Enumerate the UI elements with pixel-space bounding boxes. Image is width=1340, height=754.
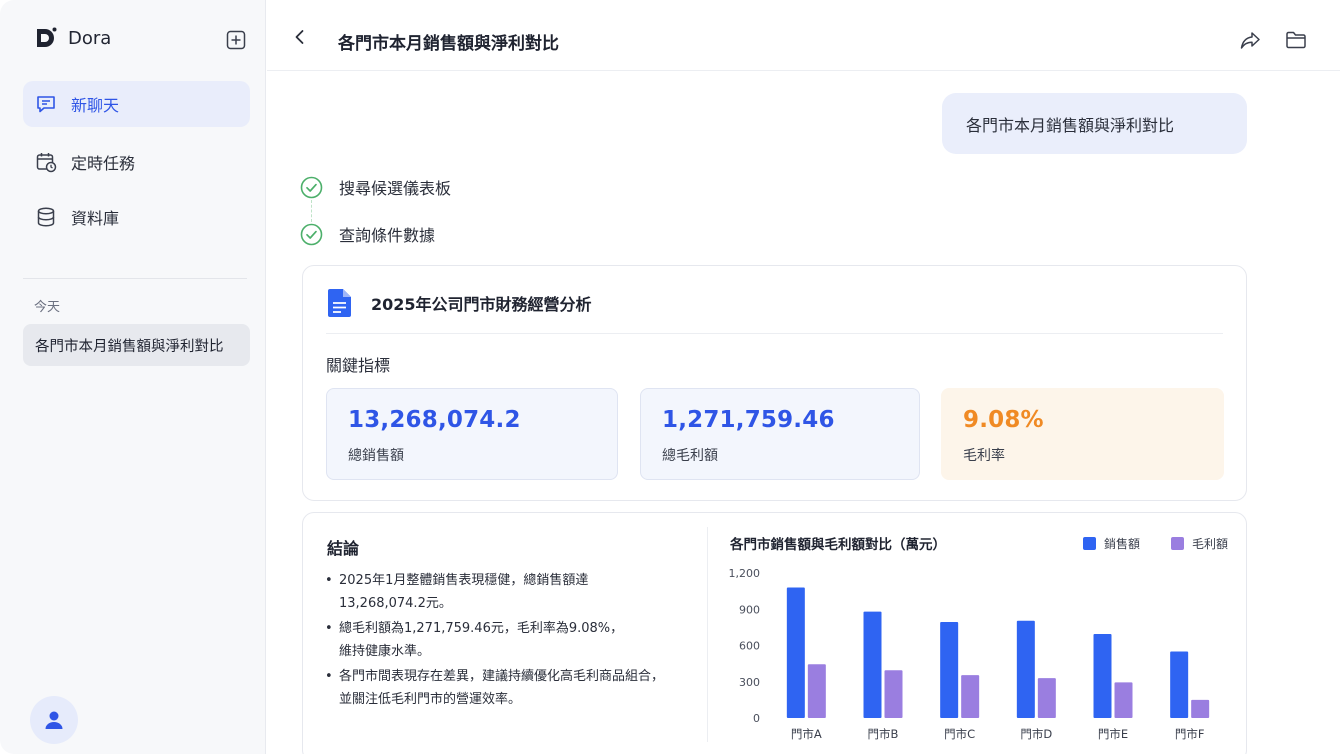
topbar: 各門市本月銷售額與淨利對比 — [267, 0, 1340, 71]
kpi-total-gross-profit: 1,271,759.46 總毛利額 — [640, 388, 920, 480]
vertical-divider — [707, 527, 708, 742]
kpi-heading: 關鍵指標 — [326, 356, 391, 375]
sidebar-item-label: 定時任務 — [71, 154, 136, 173]
check-circle-icon — [300, 223, 323, 245]
y-tick-label: 1,200 — [729, 567, 761, 580]
conclusion-item: 各門市間表現存在差異，建議持續優化高毛利商品組合， 並關注低毛利門市的營運效率。 — [325, 665, 705, 711]
conclusion-line: 各門市間表現存在差異，建議持續優化高毛利商品組合， — [339, 669, 665, 684]
kpi-label: 總銷售額 — [348, 448, 404, 464]
calendar-clock-icon — [36, 153, 57, 173]
document-icon — [328, 289, 351, 317]
legend-swatch — [1083, 537, 1096, 550]
y-tick-label: 300 — [739, 676, 760, 689]
sidebar-divider — [23, 278, 247, 279]
x-tick-label: 門市F — [1175, 727, 1205, 741]
report-kpi-card: 2025年公司門市財務經營分析 關鍵指標 13,268,074.2 總銷售額 1… — [302, 265, 1247, 501]
sidebar-item-scheduled-tasks[interactable]: 定時任務 — [23, 139, 250, 185]
kpi-value: 13,268,074.2 — [348, 407, 521, 433]
conclusion-chart-card: 結論 2025年1月整體銷售表現穩健，總銷售額達 13,268,074.2元。 … — [302, 512, 1247, 754]
conclusion-line: 13,268,074.2元。 — [339, 596, 452, 611]
database-icon — [37, 207, 55, 227]
chart-title: 各門市銷售額與毛利額對比（萬元） — [730, 537, 946, 553]
x-tick-label: 門市A — [791, 727, 822, 741]
kpi-gross-margin: 9.08% 毛利率 — [941, 388, 1224, 480]
step-connector — [311, 200, 312, 222]
kpi-label: 毛利率 — [963, 448, 1005, 464]
share-icon[interactable] — [1239, 29, 1261, 51]
sidebar: Dora 新聊天 定時任務 資料庫 今天 各門市本月銷售額與淨利對比 — [0, 0, 266, 754]
user-avatar[interactable] — [30, 696, 78, 744]
conclusion-line: 並關注低毛利門市的營運效率。 — [339, 692, 522, 707]
bar-gross-profit[interactable] — [807, 664, 826, 718]
user-message-bubble: 各門市本月銷售額與淨利對比 — [942, 93, 1247, 154]
history-section-label: 今天 — [34, 300, 61, 315]
y-tick-label: 900 — [739, 603, 760, 616]
bar-chart: 0 300 600 900 1,200 門市A 門市B 門市C 門市D 門市E 門市F — [729, 567, 1210, 741]
step-label: 搜尋候選儀表板 — [339, 179, 452, 198]
legend-label: 銷售額 — [1104, 537, 1141, 551]
legend-swatch — [1171, 537, 1184, 550]
card-divider — [326, 333, 1223, 334]
sidebar-item-database[interactable]: 資料庫 — [23, 194, 250, 240]
kpi-total-sales: 13,268,074.2 總銷售額 — [326, 388, 618, 480]
bar-sales[interactable] — [1093, 634, 1112, 718]
conclusion-item: 2025年1月整體銷售表現穩健，總銷售額達 13,268,074.2元。 — [325, 569, 705, 615]
report-title: 2025年公司門市財務經營分析 — [371, 295, 592, 314]
brand-name: Dora — [68, 27, 112, 49]
kpi-value: 9.08% — [963, 407, 1044, 433]
app-window: Dora 新聊天 定時任務 資料庫 今天 各門市本月銷售額與淨利對比 各門市本月… — [0, 0, 1340, 754]
legend-item-gross-profit[interactable]: 毛利額 — [1171, 535, 1228, 552]
x-tick-label: 門市C — [944, 727, 975, 741]
conclusion-item: 總毛利額為1,271,759.46元，毛利率為9.08%， 維持健康水準。 — [325, 617, 705, 663]
brand[interactable]: Dora — [34, 26, 111, 50]
folder-icon[interactable] — [1285, 29, 1307, 51]
conclusion-line: 2025年1月整體銷售表現穩健，總銷售額達 — [339, 573, 589, 588]
bar-sales[interactable] — [1170, 651, 1189, 718]
bar-sales[interactable] — [1016, 620, 1035, 718]
page-title: 各門市本月銷售額與淨利對比 — [338, 34, 559, 54]
report-header[interactable]: 2025年公司門市財務經營分析 — [327, 288, 592, 318]
kpi-value: 1,271,759.46 — [662, 407, 835, 433]
step-label: 查詢條件數據 — [339, 226, 436, 245]
conclusion-line: 總毛利額為1,271,759.46元，毛利率為9.08%， — [339, 621, 624, 636]
bar-sales[interactable] — [940, 621, 959, 718]
kpi-label: 總毛利額 — [662, 448, 718, 464]
y-tick-label: 600 — [739, 640, 760, 653]
x-tick-label: 門市E — [1098, 727, 1128, 741]
legend-item-sales[interactable]: 銷售額 — [1083, 535, 1140, 552]
bar-sales[interactable] — [863, 611, 882, 718]
sidebar-item-label: 資料庫 — [71, 209, 120, 228]
back-chevron-icon[interactable] — [291, 28, 309, 46]
sidebar-item-new-chat[interactable]: 新聊天 — [23, 81, 250, 127]
chat-bubble-icon — [37, 96, 55, 113]
bar-gross-profit[interactable] — [1114, 682, 1133, 718]
new-chat-plus-icon[interactable] — [226, 30, 246, 50]
step-item: 搜尋候選儀表板 — [300, 175, 451, 199]
x-tick-label: 門市B — [868, 727, 899, 741]
bar-gross-profit[interactable] — [961, 675, 980, 718]
bar-sales[interactable] — [786, 587, 805, 719]
legend-label: 毛利額 — [1192, 537, 1229, 551]
check-circle-icon — [300, 176, 323, 198]
user-icon — [45, 711, 63, 729]
conclusion-title: 結論 — [327, 539, 360, 558]
x-tick-label: 門市D — [1020, 727, 1052, 741]
bar-gross-profit[interactable] — [1191, 699, 1210, 718]
y-tick-label: 0 — [753, 712, 760, 725]
history-item[interactable]: 各門市本月銷售額與淨利對比 — [23, 324, 250, 366]
step-item: 查詢條件數據 — [300, 222, 435, 246]
bar-gross-profit[interactable] — [884, 670, 903, 718]
bar-gross-profit[interactable] — [1037, 678, 1056, 718]
dora-logo-icon — [37, 27, 57, 47]
sidebar-item-label: 新聊天 — [71, 96, 120, 115]
conclusion-line: 維持健康水準。 — [339, 644, 431, 659]
conclusion-list: 2025年1月整體銷售表現穩健，總銷售額達 13,268,074.2元。 總毛利… — [325, 569, 705, 713]
